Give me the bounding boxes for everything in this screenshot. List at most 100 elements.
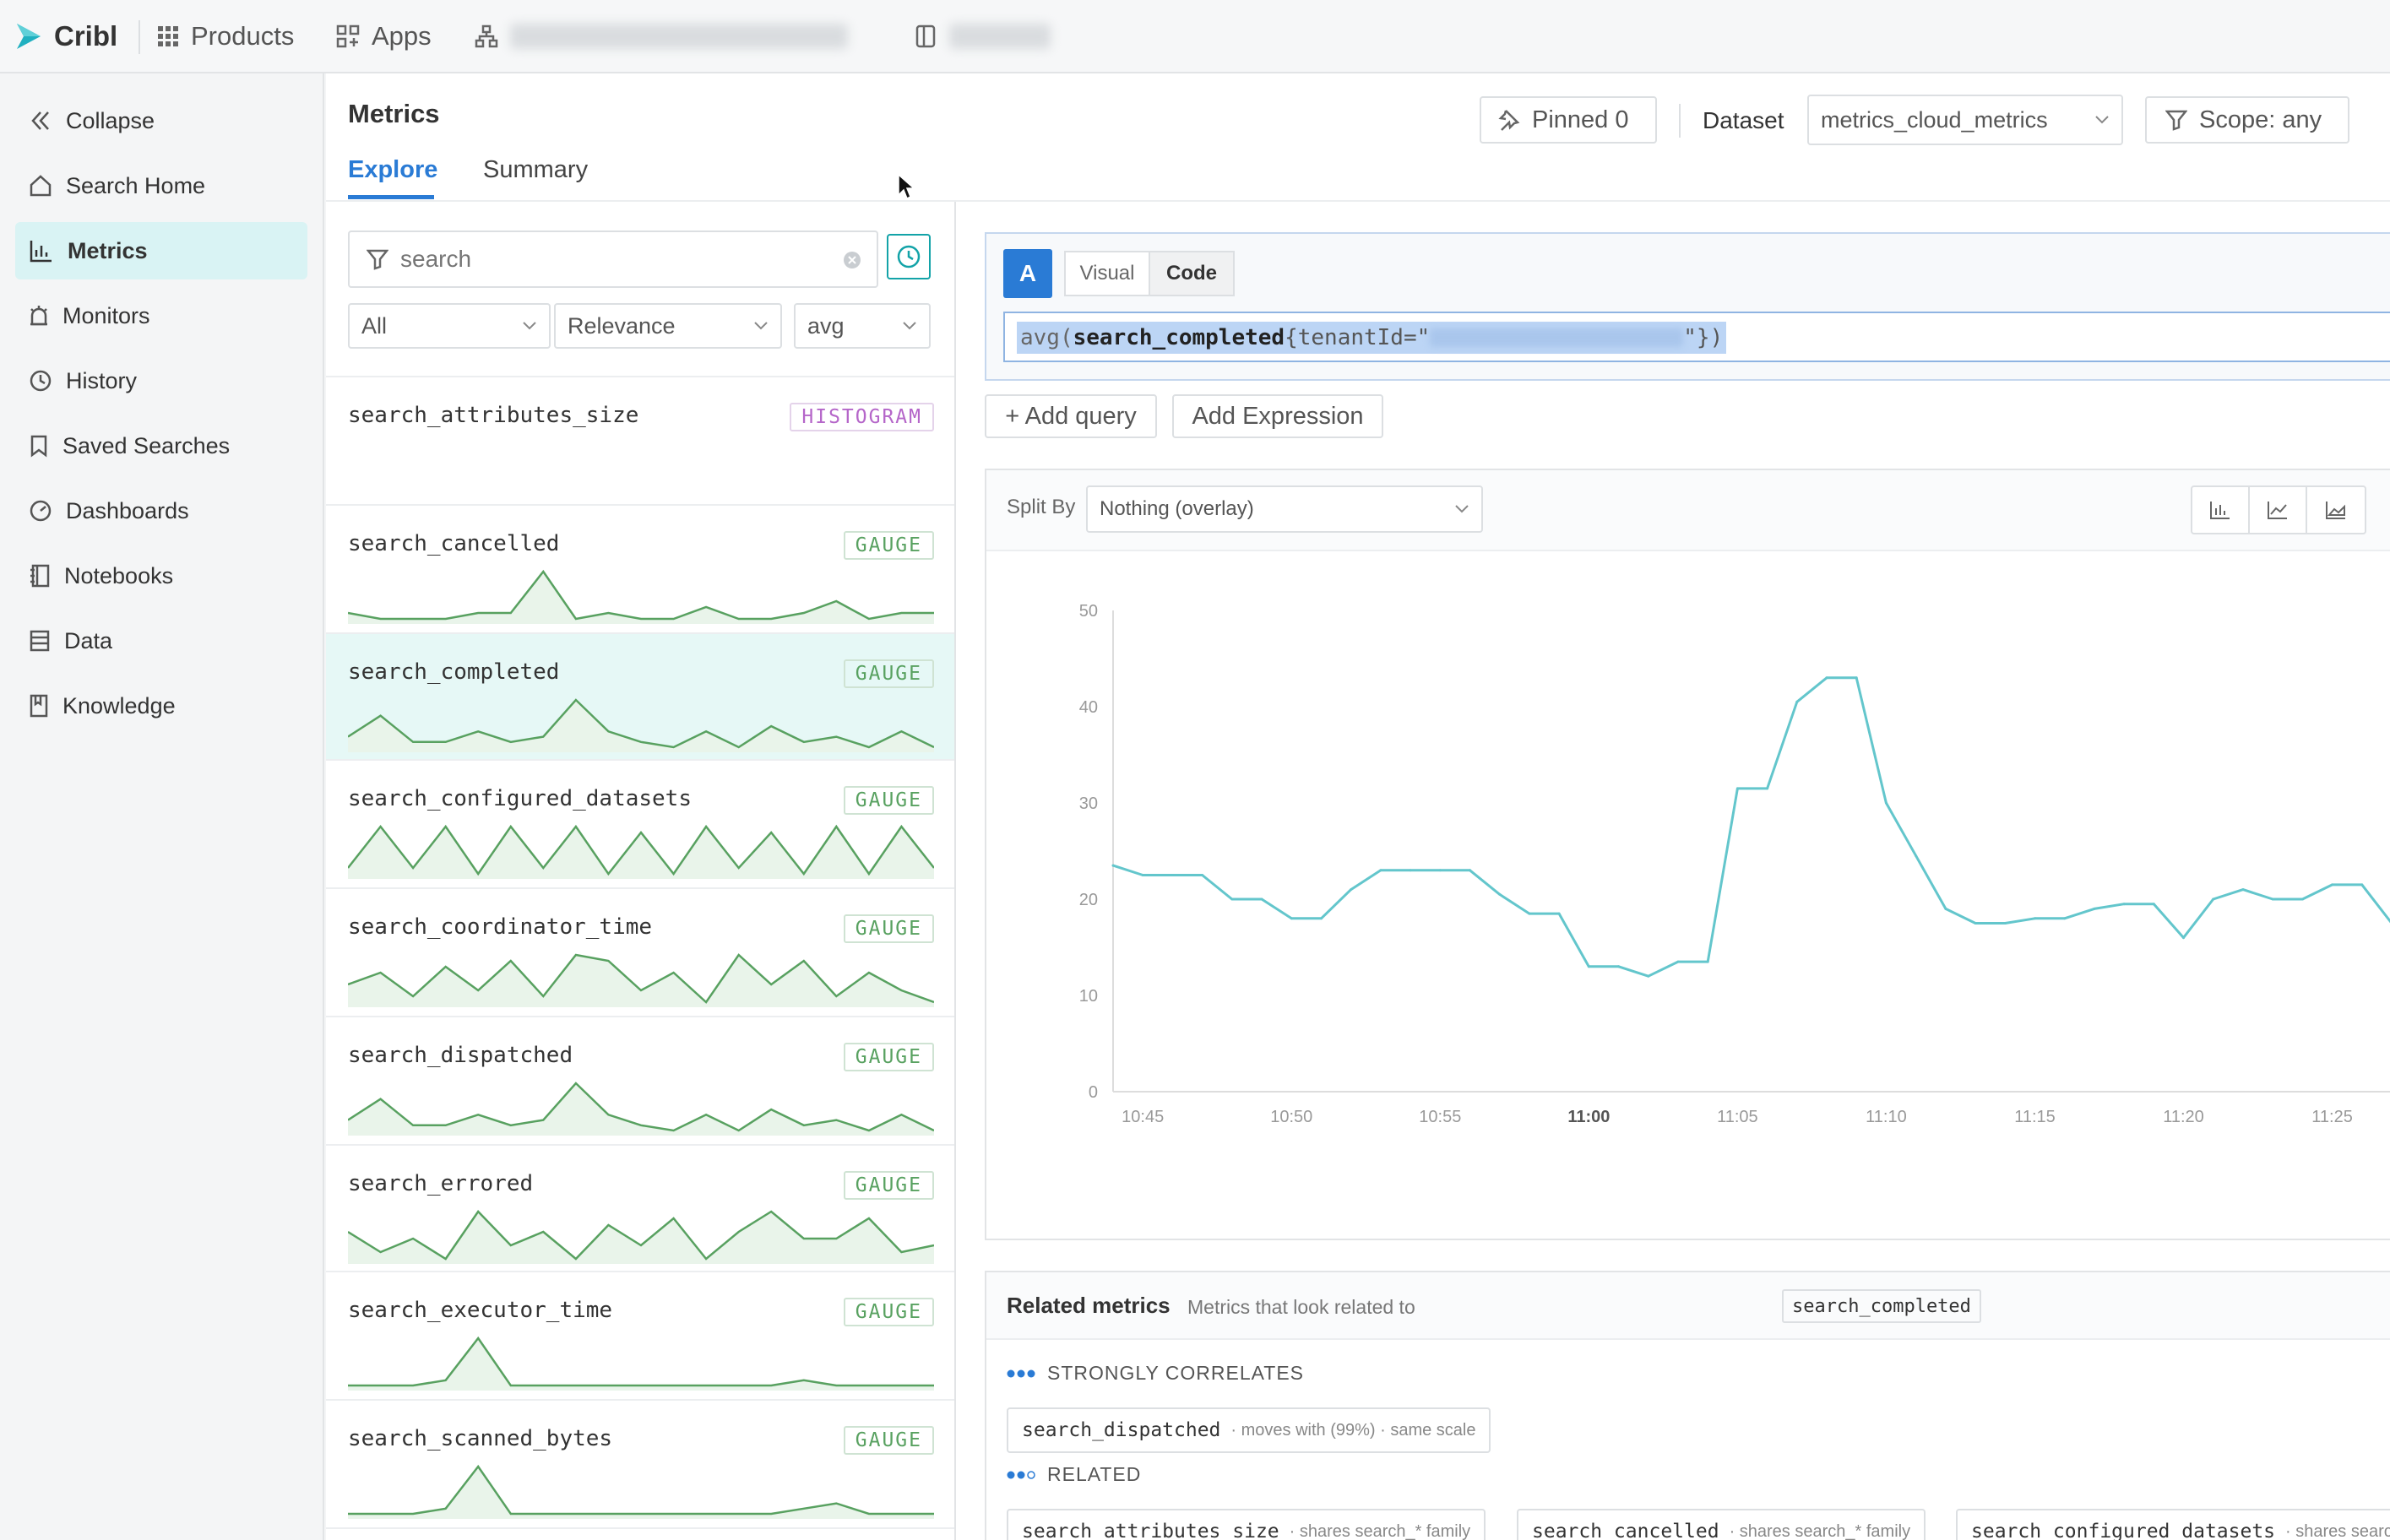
tenant-id-redacted bbox=[1430, 328, 1684, 347]
metric-type-badge: GAUGE bbox=[843, 1043, 934, 1071]
metric-name: search_cancelled bbox=[348, 531, 560, 556]
history-clock-icon bbox=[30, 370, 52, 392]
brand-name: Cribl bbox=[54, 19, 118, 52]
related-chip[interactable]: search_cancelled · shares search_* famil… bbox=[1517, 1509, 1926, 1540]
series-line bbox=[1112, 676, 2390, 978]
chevron-down-icon bbox=[523, 322, 536, 330]
tab-summary[interactable]: Summary bbox=[483, 156, 588, 184]
home-icon bbox=[30, 175, 52, 197]
data-point bbox=[1111, 864, 1115, 867]
add-expression-button[interactable]: Add Expression bbox=[1172, 394, 1383, 438]
tab-explore[interactable]: Explore bbox=[348, 156, 437, 184]
data-point bbox=[1825, 676, 1828, 680]
sparkline-area bbox=[348, 572, 934, 624]
products-menu[interactable]: Products bbox=[157, 0, 294, 73]
data-point bbox=[1647, 974, 1650, 978]
x-tick-label: 11:10 bbox=[1866, 1108, 1907, 1126]
sparkline-line bbox=[348, 1336, 934, 1387]
data-point bbox=[2182, 936, 2185, 940]
double-chevron-left-icon bbox=[31, 111, 49, 130]
add-query-button[interactable]: + Add query bbox=[985, 394, 1157, 438]
metric-list-item[interactable]: search_executor_time GAUGE bbox=[326, 1272, 954, 1401]
search-input[interactable] bbox=[400, 246, 823, 273]
bar-chart-button[interactable] bbox=[2192, 487, 2250, 533]
metric-list-item[interactable]: search_dispatched GAUGE bbox=[326, 1017, 954, 1146]
sidebar-item-notebooks[interactable]: Notebooks bbox=[15, 547, 307, 605]
data-point bbox=[2271, 897, 2274, 901]
chip-description: · shares search_* family bbox=[2285, 1521, 2390, 1540]
sparkline bbox=[348, 1210, 934, 1264]
sidebar-item-metrics[interactable]: Metrics bbox=[15, 222, 307, 279]
cribl-logo-icon bbox=[17, 23, 41, 49]
apps-label: Apps bbox=[372, 20, 432, 51]
sidebar-item-label: Metrics bbox=[68, 237, 148, 263]
pinned-button[interactable]: Pinned 0 bbox=[1480, 96, 1657, 144]
x-tick-label: 10:55 bbox=[1419, 1108, 1461, 1126]
strong-section-label: STRONGLY CORRELATES bbox=[1007, 1362, 1304, 1385]
apps-menu[interactable]: Apps bbox=[336, 0, 432, 73]
metric-list-item[interactable]: search_scanned_bytes GAUGE bbox=[326, 1401, 954, 1529]
metric-name: search_attributes_size bbox=[348, 403, 639, 428]
split-by-label: Split By bbox=[1007, 496, 1076, 518]
header-divider bbox=[326, 200, 2390, 202]
area-chart-button[interactable] bbox=[2307, 487, 2365, 533]
sort-select[interactable]: Relevance bbox=[554, 303, 782, 349]
data-point bbox=[1795, 700, 1799, 703]
metric-list-item[interactable]: search_cancelled GAUGE bbox=[326, 506, 954, 634]
metric-list-item[interactable]: search_configured_datasets GAUGE bbox=[326, 761, 954, 889]
related-chip[interactable]: search_attributes_size · shares search_*… bbox=[1007, 1509, 1486, 1540]
data-point bbox=[1587, 965, 1590, 968]
clear-icon[interactable] bbox=[843, 251, 861, 269]
related-chip[interactable]: search_configured_datasets · shares sear… bbox=[1956, 1509, 2390, 1540]
type-filter-select[interactable]: All bbox=[348, 303, 551, 349]
metric-list-item[interactable]: search_completed GAUGE bbox=[326, 634, 954, 761]
sidebar-item-dashboards[interactable]: Dashboards bbox=[15, 482, 307, 540]
aggregation-value: avg bbox=[807, 312, 845, 339]
sparkline-line bbox=[348, 1082, 934, 1132]
brand-logo[interactable]: Cribl bbox=[15, 0, 117, 73]
split-by-select[interactable]: Nothing (overlay) bbox=[1086, 485, 1483, 533]
sidebar-item-search-home[interactable]: Search Home bbox=[15, 157, 307, 214]
sidebar-item-monitors[interactable]: Monitors bbox=[15, 287, 307, 344]
query-input[interactable]: avg(search_completed {tenantId=" "}) bbox=[1003, 312, 2390, 362]
metric-type-badge: GAUGE bbox=[843, 531, 934, 560]
line-chart-button[interactable] bbox=[2250, 487, 2307, 533]
data-point bbox=[2063, 917, 2067, 920]
scope-button[interactable]: Scope: any bbox=[2145, 96, 2349, 144]
chevron-down-icon bbox=[754, 322, 768, 330]
sidebar-item-data[interactable]: Data bbox=[15, 612, 307, 670]
sidebar-item-saved-searches[interactable]: Saved Searches bbox=[15, 417, 307, 474]
sidebar-item-label: History bbox=[66, 367, 138, 393]
data-point bbox=[2034, 917, 2036, 920]
code-mode-button[interactable]: Code bbox=[1149, 251, 1235, 296]
workspace-selector[interactable] bbox=[914, 0, 1051, 73]
chip-metric-name: search_dispatched bbox=[1022, 1419, 1221, 1441]
products-label: Products bbox=[191, 20, 295, 51]
org-selector[interactable] bbox=[475, 0, 848, 73]
metrics-chart-icon bbox=[30, 241, 52, 263]
sparkline-area bbox=[348, 955, 934, 1007]
x-tick-label: 11:00 bbox=[1567, 1108, 1610, 1126]
visual-mode-button[interactable]: Visual bbox=[1064, 251, 1150, 296]
history-button[interactable] bbox=[887, 234, 931, 279]
sort-value: Relevance bbox=[568, 312, 676, 339]
scope-label: Scope: any bbox=[2199, 106, 2322, 133]
sidebar-item-history[interactable]: History bbox=[15, 352, 307, 409]
aggregation-select[interactable]: avg bbox=[794, 303, 931, 349]
data-point bbox=[1290, 917, 1293, 920]
sparkline-line bbox=[348, 1464, 934, 1516]
query-func: avg( bbox=[1020, 325, 1073, 350]
related-chip-strong[interactable]: search_dispatched · moves with (99%) · s… bbox=[1007, 1407, 1491, 1453]
x-tick-label: 10:50 bbox=[1270, 1108, 1312, 1126]
dataset-select[interactable]: metrics_cloud_metrics bbox=[1807, 95, 2123, 145]
sidebar-item-knowledge[interactable]: Knowledge bbox=[15, 677, 307, 735]
data-point bbox=[2360, 883, 2364, 887]
metric-list-item[interactable]: search_attributes_size HISTOGRAM bbox=[326, 377, 954, 506]
query-label-badge[interactable]: A bbox=[1003, 249, 1052, 298]
sidebar-item-collapse[interactable]: Collapse bbox=[15, 92, 307, 149]
sparkline-line bbox=[348, 698, 934, 749]
org-hierarchy-icon bbox=[475, 24, 498, 47]
metric-list-item[interactable]: search_coordinator_time GAUGE bbox=[326, 889, 954, 1017]
sidebar-item-label: Notebooks bbox=[64, 562, 174, 588]
metric-list-item[interactable]: search_errored GAUGE bbox=[326, 1146, 954, 1272]
